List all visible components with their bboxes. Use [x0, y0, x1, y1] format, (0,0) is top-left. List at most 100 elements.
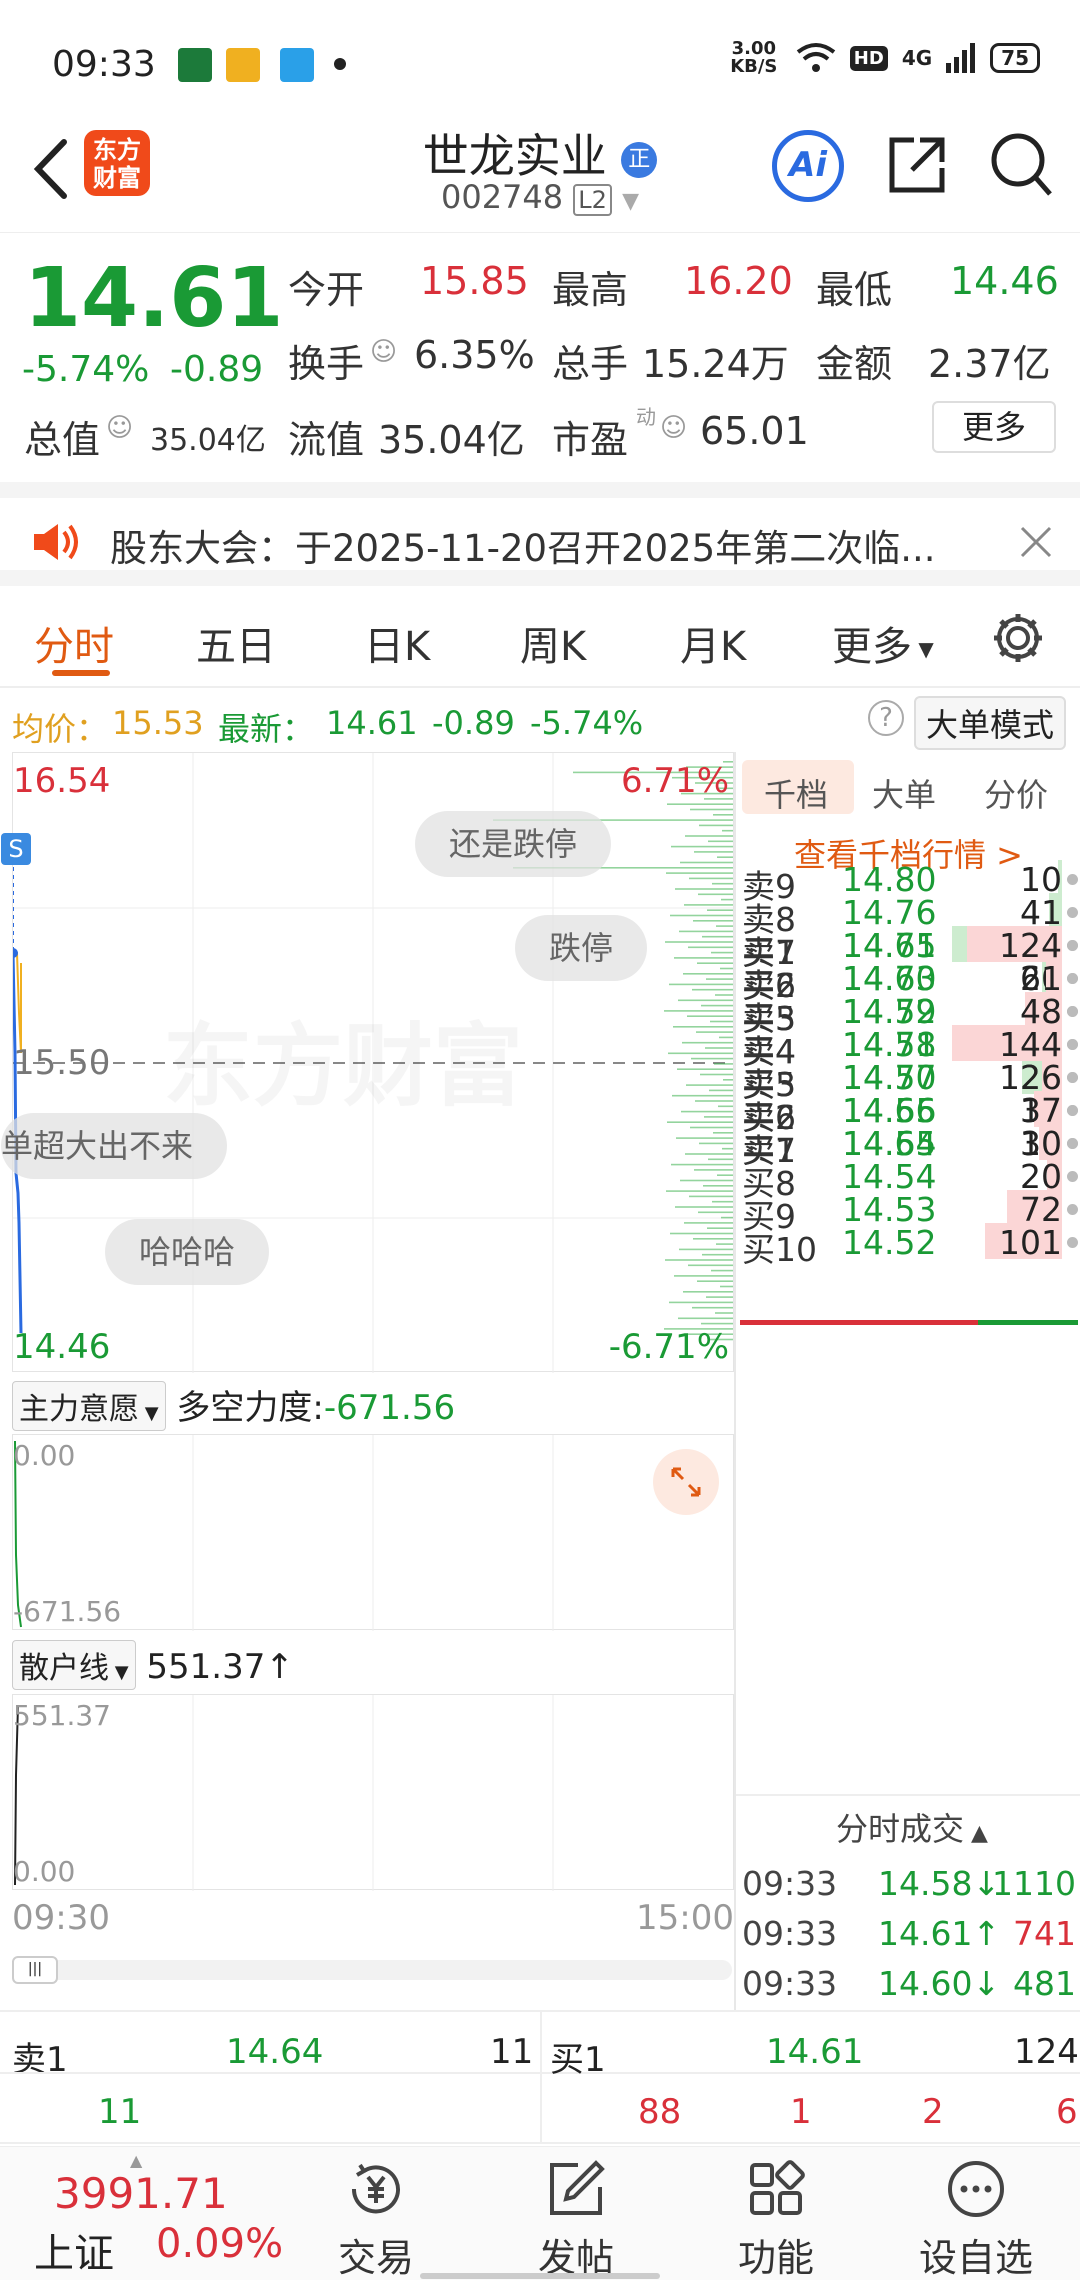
depth-bar: [702, 1253, 733, 1256]
info-icon[interactable]: ☺: [660, 413, 687, 443]
danmaku-bubble[interactable]: 哈哈哈: [105, 1219, 270, 1285]
tplink-app-icon: [280, 48, 314, 82]
depth-bar: [684, 904, 733, 906]
depth-bar: [665, 1259, 733, 1261]
nav-post[interactable]: 发帖: [496, 2157, 656, 2282]
scroll-handle[interactable]: |||: [12, 1956, 58, 1984]
depth-bar: [666, 872, 733, 874]
chart-bottom-price: 14.46: [13, 1327, 111, 1367]
pe-superscript: 动: [636, 405, 656, 429]
nav-trade-label: 交易: [337, 2236, 414, 2280]
chart-mid-price: 15.50: [13, 1043, 111, 1083]
strip-sell-price: 14.64: [226, 2032, 324, 2072]
danmaku-bubble[interactable]: 还是跌停: [415, 811, 612, 877]
tab-more[interactable]: 更多 ▼: [832, 614, 934, 672]
share-icon[interactable]: [884, 132, 950, 198]
indicator2-canvas: [14, 1695, 554, 1891]
depth-bar: [711, 951, 733, 954]
depth-bar: [714, 1063, 733, 1065]
status-dot-icon: [1067, 1006, 1078, 1017]
info-icon[interactable]: ☺: [370, 337, 397, 367]
bid-row[interactable]: 买10 14.52 101: [736, 1219, 1080, 1269]
trade-row: 09:33 14.60↓ 481: [736, 1960, 1080, 2008]
danmaku-bubble[interactable]: 跌停: [515, 915, 648, 981]
trade-time: 09:33: [742, 1864, 838, 1903]
indicator1-chart[interactable]: 0.00 -671.56: [12, 1434, 734, 1631]
depth-bar: [707, 1227, 733, 1229]
nav-add-watchlist-label: 设自选: [918, 2236, 1033, 2280]
nav-functions[interactable]: 功能: [696, 2157, 856, 2282]
latest-label: 最新：: [218, 710, 315, 748]
tab-5day[interactable]: 五日: [196, 614, 276, 672]
chevron-down-icon: ▼: [139, 1403, 159, 1424]
depth-bar: [665, 941, 733, 943]
depth-bar: [694, 1169, 733, 1171]
depth-bar: [717, 856, 733, 858]
index-name: 上证: [34, 2231, 114, 2277]
change-value: -0.89: [170, 349, 264, 390]
depth-bar: [674, 957, 733, 959]
wifi-icon: [796, 43, 836, 72]
time-start: 09:30: [12, 1898, 110, 1938]
more-button[interactable]: 更多: [932, 401, 1056, 453]
low-value: 14.46: [950, 259, 1059, 303]
time-scrollbar[interactable]: |||: [12, 1956, 732, 1984]
depth-bar: [718, 1105, 733, 1108]
nav-trade[interactable]: 交易: [296, 2157, 456, 2282]
trades-title[interactable]: 分时成交 ▲: [836, 1804, 988, 1850]
indicator2-chart[interactable]: 551.37 0.00: [12, 1694, 734, 1891]
depth-bar: [675, 888, 733, 890]
tab-weekly-k[interactable]: 周K: [520, 614, 586, 672]
help-icon[interactable]: ?: [868, 700, 904, 736]
expand-button[interactable]: [653, 1449, 719, 1515]
indicator1-select[interactable]: 主力意愿 ▼: [12, 1381, 166, 1431]
tab-daily-k[interactable]: 日K: [364, 614, 430, 672]
depth-bar: [698, 893, 733, 896]
depth-bar: [700, 1073, 733, 1076]
gesture-bar: [420, 2273, 660, 2279]
settings-icon[interactable]: [990, 610, 1046, 666]
index-ticker[interactable]: ▲ 3991.71 上证 0.09%: [20, 2151, 283, 2277]
intraday-chart[interactable]: 东方财富 S 16.54 6.71% 15.50 14.46 -6.71% 还是…: [1, 752, 734, 1373]
depth-bar: [676, 1137, 733, 1139]
close-icon[interactable]: [1018, 524, 1054, 560]
grid-icon: [750, 2160, 805, 2215]
depth-bar: [699, 1142, 733, 1145]
tab-monthly-k[interactable]: 月K: [680, 614, 746, 672]
order-strip[interactable]: 卖1 14.64 11 11 买1 14.61 124 88 1 2 6: [0, 2010, 1080, 2144]
notice-bar[interactable]: 股东大会：于2025-11-20召开2025年第二次临...: [0, 482, 1080, 586]
search-icon[interactable]: [988, 130, 1054, 200]
index-value: 3991.71: [54, 2169, 228, 2218]
signal-marker[interactable]: S: [1, 833, 31, 865]
info-icon[interactable]: ☺: [106, 413, 133, 443]
strip-buy-detail: 88: [638, 2092, 682, 2132]
quote-panel: 14.61 -5.74% -0.89 今开 15.85 最高 16.20 最低 …: [0, 232, 1080, 480]
strip-buy-vol: 124: [1014, 2032, 1079, 2072]
depth-bar: [689, 1195, 733, 1198]
tab-intraday[interactable]: 分时: [34, 614, 114, 672]
nav-add-watchlist[interactable]: 设自选: [896, 2157, 1056, 2282]
strip-buy-detail: 6: [1056, 2092, 1078, 2132]
depth-bar: [678, 1317, 733, 1320]
depth-bar: [715, 1312, 733, 1314]
indicator1-bottom: -671.56: [13, 1595, 122, 1628]
indicator1-value: -671.56: [323, 1388, 456, 1428]
ai-button[interactable]: Ai: [772, 130, 844, 202]
index-pct: 0.09%: [156, 2221, 284, 2267]
trade-volume: 481: [1013, 1964, 1076, 2003]
pe-value: 65.01: [700, 409, 809, 453]
indicator2-select[interactable]: 散户线 ▼: [12, 1640, 136, 1690]
status-dot-icon: [1067, 1072, 1078, 1083]
depth-bar: [699, 824, 733, 827]
expand-icon: [671, 1467, 701, 1497]
depth-bar: [711, 1269, 733, 1272]
stock-code: 002748: [440, 178, 564, 216]
danmaku-bubble[interactable]: 单超大出不来: [1, 1113, 228, 1179]
depth-bar: [695, 1100, 733, 1102]
status-right: 3.00 KB/S HD 4G 75: [726, 40, 1040, 76]
speaker-icon: [34, 524, 78, 560]
game-app-icon: [226, 48, 260, 82]
latest-value: 14.61: [326, 704, 418, 742]
big-order-mode-button[interactable]: 大单模式: [914, 696, 1067, 750]
depth-bar: [698, 1211, 733, 1214]
